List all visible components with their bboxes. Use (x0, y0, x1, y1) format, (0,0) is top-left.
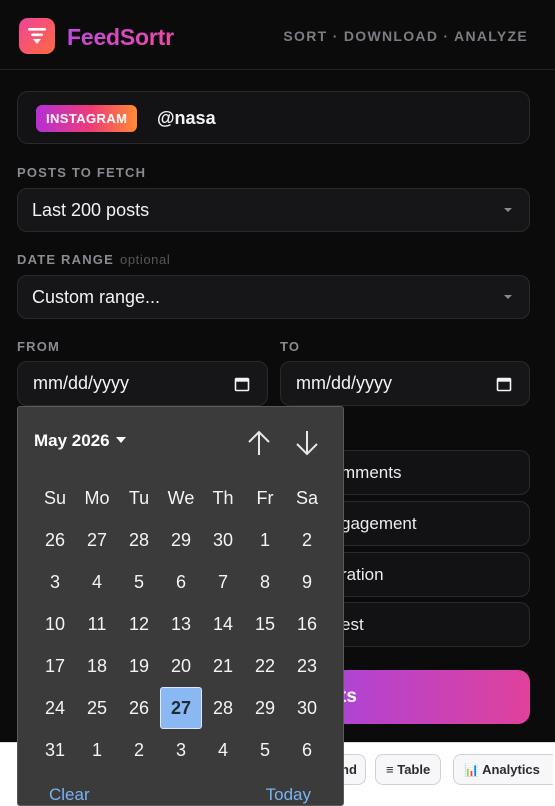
day-cell[interactable]: 19 (118, 645, 160, 687)
date-range-select[interactable]: Custom range... (17, 275, 530, 319)
optional-hint: optional (119, 252, 171, 267)
day-cell[interactable]: 24 (34, 687, 76, 729)
day-cell[interactable]: 8 (244, 561, 286, 603)
day-cell[interactable]: 2 (118, 729, 160, 771)
month-year-selector[interactable]: May 2026 (34, 431, 126, 451)
to-date-input[interactable]: mm/dd/yyyy (280, 361, 530, 406)
day-cell[interactable]: 7 (202, 561, 244, 603)
day-cell[interactable]: 26 (118, 687, 160, 729)
to-label: TO (280, 339, 301, 354)
day-cell[interactable]: 5 (118, 561, 160, 603)
day-cell[interactable]: 28 (202, 687, 244, 729)
day-cell[interactable]: 20 (160, 645, 202, 687)
weekday-header: Sa (295, 488, 319, 508)
day-cell[interactable]: 3 (34, 561, 76, 603)
date-range-value: Custom range... (32, 287, 161, 307)
date-range-label-text: DATE RANGE (17, 252, 114, 267)
weekday-header: We (167, 488, 195, 508)
weekday-header: Mo (84, 488, 110, 508)
day-cell[interactable]: 26 (34, 519, 76, 561)
chevron-down-icon (504, 295, 512, 299)
tagline: SORT · DOWNLOAD · ANALYZE (283, 28, 528, 44)
posts-to-fetch-label: POSTS TO FETCH (17, 165, 147, 180)
app-logo (19, 18, 55, 54)
calendar-grid: Su Mo Tu We Th Fr Sa 26 27 28 29 30 1 2 3 4 5 6 7 8 9 10 11 12 1… (34, 477, 328, 771)
day-cell[interactable]: 17 (34, 645, 76, 687)
day-cell[interactable]: 6 (286, 729, 328, 771)
day-cell[interactable]: 10 (34, 603, 76, 645)
sort-option-label: ration (341, 565, 384, 584)
day-cell[interactable]: 3 (160, 729, 202, 771)
tab-label: Analytics (482, 762, 540, 777)
day-cell[interactable]: 29 (160, 519, 202, 561)
platform-badge[interactable]: INSTAGRAM (36, 105, 138, 132)
day-cell[interactable]: 4 (202, 729, 244, 771)
list-icon: ≡ (386, 762, 394, 777)
day-cell[interactable]: 5 (244, 729, 286, 771)
from-label: FROM (17, 339, 61, 354)
day-cell[interactable]: 30 (286, 687, 328, 729)
selected-day-cell[interactable]: 27 (160, 687, 202, 729)
weekday-header: Su (43, 488, 67, 508)
calendar-icon[interactable] (234, 376, 250, 392)
tab-analytics[interactable]: 📊 Analytics (453, 754, 553, 785)
date-picker-popup: May 2026 Su Mo Tu We Th Fr Sa 26 27 28 29 30 1 2 3 4 5 6 7… (17, 406, 344, 806)
day-cell[interactable]: 31 (34, 729, 76, 771)
calendar-icon[interactable] (496, 376, 512, 392)
day-cell[interactable]: 16 (286, 603, 328, 645)
day-cell[interactable]: 6 (160, 561, 202, 603)
bar-chart-icon: 📊 (464, 763, 479, 777)
day-cell[interactable]: 11 (76, 603, 118, 645)
day-cell[interactable]: 25 (76, 687, 118, 729)
day-cell[interactable]: 1 (76, 729, 118, 771)
sort-option-label: gagement (341, 514, 417, 533)
day-cell[interactable]: 29 (244, 687, 286, 729)
clear-button[interactable]: Clear (49, 785, 90, 805)
day-cell[interactable]: 9 (286, 561, 328, 603)
date-range-label: DATE RANGE optional (17, 252, 170, 267)
chevron-down-icon (504, 208, 512, 212)
from-date-placeholder: mm/dd/yyyy (33, 373, 130, 393)
day-cell[interactable]: 23 (286, 645, 328, 687)
from-date-input[interactable]: mm/dd/yyyy (17, 361, 268, 406)
today-button[interactable]: Today (266, 785, 311, 805)
day-cell[interactable]: 28 (118, 519, 160, 561)
to-date-placeholder: mm/dd/yyyy (296, 373, 393, 393)
day-cell[interactable]: 21 (202, 645, 244, 687)
day-cell[interactable]: 14 (202, 603, 244, 645)
caret-down-icon (115, 437, 126, 443)
arrow-up-icon[interactable] (246, 429, 272, 457)
day-cell[interactable]: 18 (76, 645, 118, 687)
posts-to-fetch-value: Last 200 posts (32, 200, 150, 220)
sort-option-label: est (341, 615, 364, 634)
app-header: FeedSortr SORT · DOWNLOAD · ANALYZE (0, 0, 555, 70)
posts-to-fetch-select[interactable]: Last 200 posts (17, 188, 530, 232)
day-cell[interactable]: 30 (202, 519, 244, 561)
day-cell[interactable]: 2 (286, 519, 328, 561)
day-cell[interactable]: 1 (244, 519, 286, 561)
arrow-down-icon[interactable] (294, 429, 320, 457)
brand-name: FeedSortr (67, 24, 174, 50)
day-cell[interactable]: 22 (244, 645, 286, 687)
account-input[interactable]: INSTAGRAM @nasa (17, 91, 530, 144)
sort-option-label: mments (341, 463, 402, 482)
day-cell[interactable]: 4 (76, 561, 118, 603)
tab-label: Table (397, 762, 431, 777)
tab-table[interactable]: ≡ Table (375, 754, 442, 785)
month-year-label: May 2026 (34, 431, 110, 450)
weekday-header: Tu (128, 488, 150, 508)
day-cell[interactable]: 27 (76, 519, 118, 561)
day-cell[interactable]: 13 (160, 603, 202, 645)
account-handle[interactable]: @nasa (157, 108, 216, 129)
weekday-header: Th (212, 488, 234, 508)
funnel-lines-icon (28, 28, 46, 44)
weekday-header: Fr (256, 488, 274, 508)
day-cell[interactable]: 12 (118, 603, 160, 645)
day-cell[interactable]: 15 (244, 603, 286, 645)
